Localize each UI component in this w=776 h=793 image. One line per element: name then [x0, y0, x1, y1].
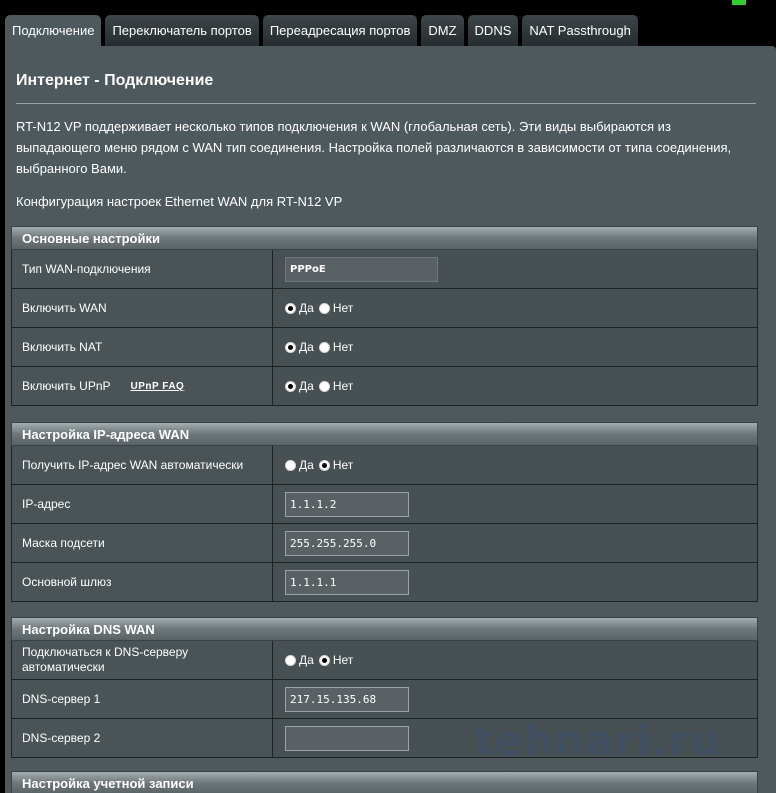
field-label: DNS-сервер 1: [12, 680, 273, 718]
ip-address-input[interactable]: 1.1.1.2: [285, 491, 409, 517]
dns2-row: DNS-сервер 2: [11, 719, 758, 758]
enable-nat-row: Включить NAT Да Нет: [11, 328, 758, 367]
basic-settings-section: Основные настройки Тип WAN-подключения P…: [11, 226, 758, 406]
section-header: Настройка IP-адреса WAN: [11, 422, 758, 446]
upnp-faq-link[interactable]: UPnP FAQ: [131, 379, 185, 394]
radio-label: Нет: [332, 653, 354, 667]
section-header: Настройка DNS WAN: [11, 617, 758, 641]
dns2-input[interactable]: [285, 725, 409, 751]
radio-yes[interactable]: Да: [285, 340, 314, 354]
radio-button[interactable]: [285, 341, 296, 353]
tab-nat-passthrough[interactable]: NAT Passthrough: [522, 15, 638, 46]
ip-address-row: IP-адрес 1.1.1.2: [11, 485, 758, 524]
radio-button[interactable]: [318, 341, 330, 353]
radio-button[interactable]: [285, 654, 296, 666]
radio-group: Да Нет: [273, 641, 757, 679]
dns1-input[interactable]: 217.15.135.68: [285, 686, 409, 712]
gateway-input[interactable]: 1.1.1.1: [285, 569, 409, 595]
tab-ddns[interactable]: DDNS: [467, 15, 519, 46]
field-label: Получить IP-адрес WAN автоматически: [12, 446, 273, 484]
radio-button[interactable]: [285, 459, 296, 471]
field-label: Включить NAT: [12, 328, 273, 366]
radio-button[interactable]: [318, 380, 330, 392]
content-panel: Интернет - Подключение RT-N12 VP поддерж…: [5, 46, 776, 793]
title-divider: [16, 103, 756, 104]
field-label: IP-адрес: [12, 485, 273, 523]
radio-label: Нет: [332, 379, 354, 393]
radio-label: Нет: [332, 301, 354, 315]
config-note: Конфигурация настроек Ethernet WAN для R…: [16, 194, 343, 209]
radio-group: Да Нет: [273, 328, 757, 366]
wan-dns-section: Настройка DNS WAN Подключаться к DNS-сер…: [11, 617, 758, 758]
radio-no[interactable]: Нет: [318, 340, 354, 354]
radio-label: Да: [299, 379, 314, 393]
section-header: Основные настройки: [11, 226, 758, 250]
radio-button[interactable]: [285, 302, 296, 314]
tab-port-switch[interactable]: Переключатель портов: [105, 15, 259, 46]
radio-no[interactable]: Нет: [318, 458, 354, 472]
radio-no[interactable]: Нет: [318, 379, 354, 393]
radio-no[interactable]: Нет: [318, 653, 354, 667]
auto-dns-row: Подключаться к DNS-серверу автоматически…: [11, 641, 758, 680]
radio-button[interactable]: [285, 380, 296, 392]
wan-type-row: Тип WAN-подключения PPPoE: [11, 250, 758, 289]
field-label: Включить WAN: [12, 289, 273, 327]
radio-group: Да Нет: [273, 367, 757, 405]
auto-ip-row: Получить IP-адрес WAN автоматически Да Н…: [11, 446, 758, 485]
subnet-mask-input[interactable]: 255.255.255.0: [285, 530, 409, 556]
radio-group: Да Нет: [273, 446, 757, 484]
field-label: Подключаться к DNS-серверу автоматически: [12, 641, 273, 679]
field-label: Маска подсети: [12, 524, 273, 562]
radio-button[interactable]: [318, 302, 330, 314]
radio-yes[interactable]: Да: [285, 458, 314, 472]
wan-type-select[interactable]: PPPoE: [285, 256, 438, 282]
radio-label: Нет: [332, 340, 354, 354]
tab-connection[interactable]: Подключение: [5, 15, 102, 46]
radio-label: Да: [299, 340, 314, 354]
section-header: Настройка учетной записи: [11, 771, 758, 793]
field-label: Основной шлюз: [12, 563, 273, 601]
radio-yes[interactable]: Да: [285, 653, 314, 667]
radio-label: Нет: [332, 458, 354, 472]
tab-bar: Подключение Переключатель портов Переадр…: [5, 15, 638, 46]
radio-yes[interactable]: Да: [285, 301, 314, 315]
field-label: Тип WAN-подключения: [12, 250, 273, 288]
subnet-mask-row: Маска подсети 255.255.255.0: [11, 524, 758, 563]
status-indicator: [732, 0, 746, 5]
enable-wan-row: Включить WAN Да Нет: [11, 289, 758, 328]
tab-dmz[interactable]: DMZ: [421, 15, 464, 46]
radio-label: Да: [299, 301, 314, 315]
radio-group: Да Нет: [273, 289, 757, 327]
radio-yes[interactable]: Да: [285, 379, 314, 393]
radio-button[interactable]: [318, 654, 330, 666]
wan-ip-section: Настройка IP-адреса WAN Получить IP-адре…: [11, 422, 758, 602]
radio-button[interactable]: [318, 459, 330, 471]
radio-label: Да: [299, 653, 314, 667]
radio-no[interactable]: Нет: [318, 301, 354, 315]
page-title: Интернет - Подключение: [16, 72, 214, 89]
account-section: Настройка учетной записи: [11, 771, 758, 793]
enable-upnp-row: Включить UPnP UPnP FAQ Да Нет: [11, 367, 758, 406]
tab-port-forwarding[interactable]: Переадресация портов: [262, 15, 418, 46]
dns1-row: DNS-сервер 1 217.15.135.68: [11, 680, 758, 719]
radio-label: Да: [299, 458, 314, 472]
field-label: DNS-сервер 2: [12, 719, 273, 757]
page-description: RT-N12 VP поддерживает несколько типов п…: [16, 119, 732, 176]
gateway-row: Основной шлюз 1.1.1.1: [11, 563, 758, 602]
upnp-label-cell: Включить UPnP UPnP FAQ: [12, 367, 273, 405]
field-label: Включить UPnP: [22, 378, 111, 393]
